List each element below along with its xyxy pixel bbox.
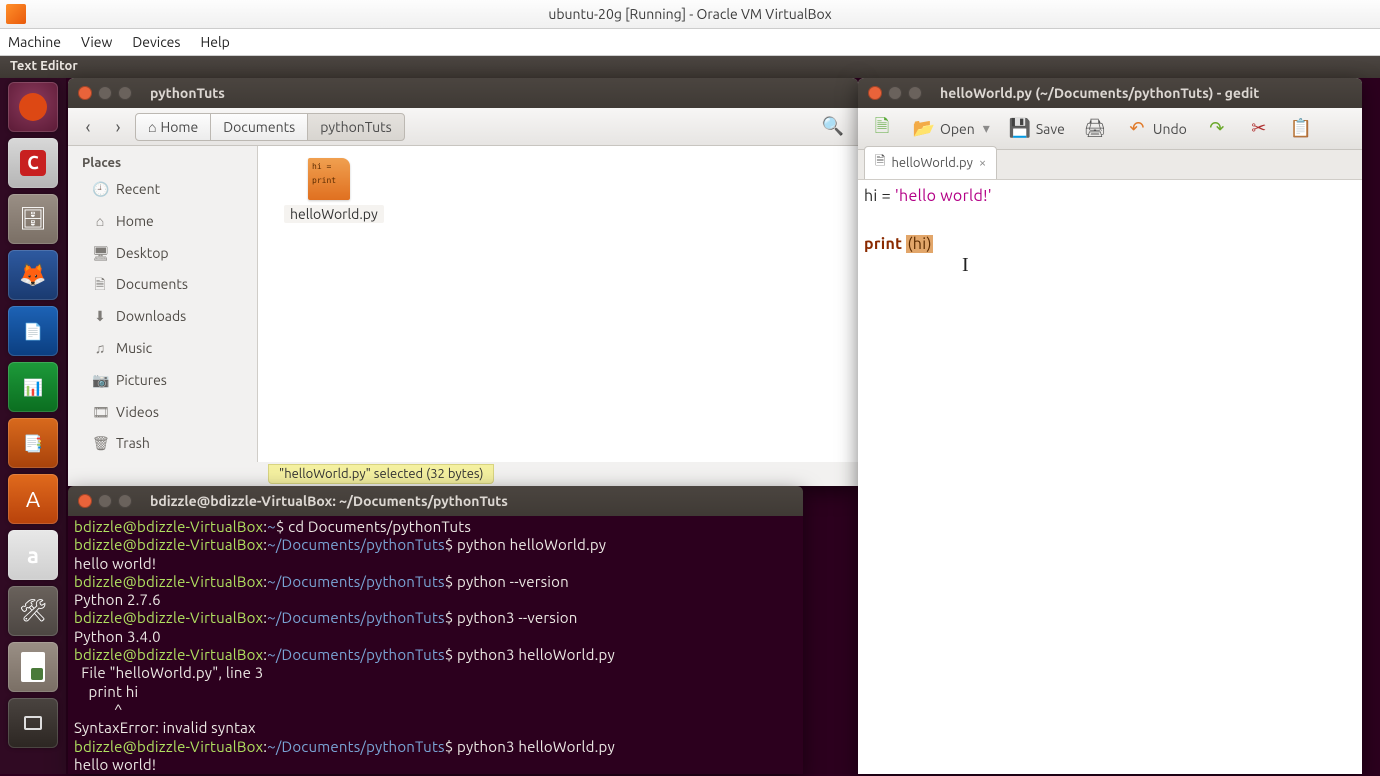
ubuntu-desktop: C 🗄 🦊 📄 📊 📑 A a 🛠 pythonTuts ‹ › ⌂ Home …	[0, 78, 1380, 776]
nautilus-titlebar[interactable]: pythonTuts	[68, 78, 858, 108]
close-icon[interactable]	[78, 86, 92, 100]
minimize-icon[interactable]	[888, 86, 902, 100]
back-button[interactable]: ‹	[76, 115, 100, 139]
sidebar-item-music[interactable]: ♫Music	[68, 333, 257, 365]
settings-icon[interactable]: 🛠	[8, 586, 58, 636]
sidebar-item-trash[interactable]: 🗑Trash	[68, 428, 257, 460]
save-button[interactable]: 💾Save	[1004, 113, 1069, 145]
menu-machine[interactable]: Machine	[8, 34, 61, 50]
unity-menu-app-label: Text Editor	[0, 56, 1380, 78]
nautilus-title: pythonTuts	[150, 85, 225, 101]
tab-close-icon[interactable]: ×	[979, 156, 986, 170]
undo-button[interactable]: ↶Undo	[1121, 113, 1191, 145]
virtualbox-title: ubuntu-20g [Running] - Oracle VM Virtual…	[548, 6, 831, 22]
software-center-icon[interactable]: A	[8, 474, 58, 524]
close-icon[interactable]	[78, 494, 92, 508]
maximize-icon[interactable]	[908, 86, 922, 100]
nautilus-file-pane[interactable]: helloWorld.py	[258, 146, 858, 462]
impress-icon[interactable]: 📑	[8, 418, 58, 468]
forward-button[interactable]: ›	[106, 115, 130, 139]
terminal-title: bdizzle@bdizzle-VirtualBox: ~/Documents/…	[150, 493, 508, 509]
cut-button[interactable]: ✂	[1243, 113, 1275, 145]
minimize-icon[interactable]	[98, 86, 112, 100]
new-button[interactable]: 🗎	[866, 113, 898, 145]
breadcrumb: ⌂ Home Documents pythonTuts	[136, 112, 405, 142]
gedit-launcher-icon[interactable]	[8, 642, 58, 692]
terminal-body[interactable]: bdizzle@bdizzle-VirtualBox:~$ cd Documen…	[68, 516, 803, 774]
python-file-icon	[308, 158, 350, 200]
dash-icon[interactable]	[8, 82, 58, 132]
copy-button[interactable]: 📋	[1285, 113, 1317, 145]
sidebar-item-videos[interactable]: 🎞Videos	[68, 397, 257, 429]
firefox-icon[interactable]: 🦊	[8, 250, 58, 300]
breadcrumb-pythontuts[interactable]: pythonTuts	[307, 113, 405, 141]
file-label: helloWorld.py	[284, 205, 384, 223]
virtualbox-titlebar: ubuntu-20g [Running] - Oracle VM Virtual…	[0, 0, 1380, 29]
terminal-launcher-icon[interactable]	[8, 698, 58, 748]
tab-helloworld[interactable]: 🗎 helloWorld.py ×	[864, 146, 997, 179]
print-button[interactable]: 🖨	[1079, 113, 1111, 145]
menu-devices[interactable]: Devices	[132, 34, 180, 50]
gedit-window: helloWorld.py (~/Documents/pythonTuts) -…	[858, 78, 1362, 774]
gedit-tabbar: 🗎 helloWorld.py ×	[858, 150, 1362, 180]
file-helloworld[interactable]: helloWorld.py	[284, 158, 374, 222]
sidebar-item-pictures[interactable]: 📷Pictures	[68, 365, 257, 397]
writer-icon[interactable]: 📄	[8, 306, 58, 356]
gedit-titlebar[interactable]: helloWorld.py (~/Documents/pythonTuts) -…	[858, 78, 1362, 108]
terminal-titlebar[interactable]: bdizzle@bdizzle-VirtualBox: ~/Documents/…	[68, 486, 803, 516]
unity-launcher: C 🗄 🦊 📄 📊 📑 A a 🛠	[0, 78, 66, 774]
redo-button[interactable]: ↷	[1201, 113, 1233, 145]
gedit-toolbar: 🗎 📂Open▾ 💾Save 🖨 ↶Undo ↷ ✂ 📋	[858, 108, 1362, 150]
sidebar-item-documents[interactable]: 🗎Documents	[68, 269, 257, 301]
text-cursor-icon: I	[962, 250, 969, 280]
calc-icon[interactable]: 📊	[8, 362, 58, 412]
maximize-icon[interactable]	[118, 86, 132, 100]
menu-help[interactable]: Help	[200, 34, 229, 50]
nautilus-toolbar: ‹ › ⌂ Home Documents pythonTuts 🔍	[68, 108, 858, 146]
gedit-title: helloWorld.py (~/Documents/pythonTuts) -…	[940, 85, 1259, 101]
virtualbox-menubar: Machine View Devices Help	[0, 29, 1380, 56]
places-header: Places	[68, 152, 257, 174]
virtualbox-icon	[6, 4, 26, 24]
sidebar-item-downloads[interactable]: ⬇Downloads	[68, 301, 257, 333]
gedit-editor[interactable]: hi = 'hello world!' print (hi) I	[858, 180, 1362, 260]
selection-status: "helloWorld.py" selected (32 bytes)	[268, 464, 494, 484]
amazon-icon[interactable]: a	[8, 530, 58, 580]
nautilus-sidebar: Places 🕘Recent ⌂Home 🖥Desktop 🗎Documents…	[68, 146, 258, 462]
breadcrumb-documents[interactable]: Documents	[210, 113, 308, 141]
menu-view[interactable]: View	[81, 34, 112, 50]
close-icon[interactable]	[868, 86, 882, 100]
sidebar-item-recent[interactable]: 🕘Recent	[68, 174, 257, 206]
devices-header: Devices	[68, 460, 257, 462]
comodo-icon[interactable]: C	[8, 138, 58, 188]
sidebar-item-home[interactable]: ⌂Home	[68, 206, 257, 238]
minimize-icon[interactable]	[98, 494, 112, 508]
sidebar-item-desktop[interactable]: 🖥Desktop	[68, 238, 257, 270]
nautilus-statusbar: "helloWorld.py" selected (32 bytes)	[68, 462, 858, 486]
files-icon[interactable]: 🗄	[8, 194, 58, 244]
terminal-window: bdizzle@bdizzle-VirtualBox: ~/Documents/…	[68, 486, 803, 774]
search-icon[interactable]: 🔍	[816, 110, 850, 143]
nautilus-window: pythonTuts ‹ › ⌂ Home Documents pythonTu…	[68, 78, 858, 486]
open-button[interactable]: 📂Open▾	[908, 113, 994, 145]
maximize-icon[interactable]	[118, 494, 132, 508]
breadcrumb-home[interactable]: ⌂ Home	[135, 113, 211, 141]
